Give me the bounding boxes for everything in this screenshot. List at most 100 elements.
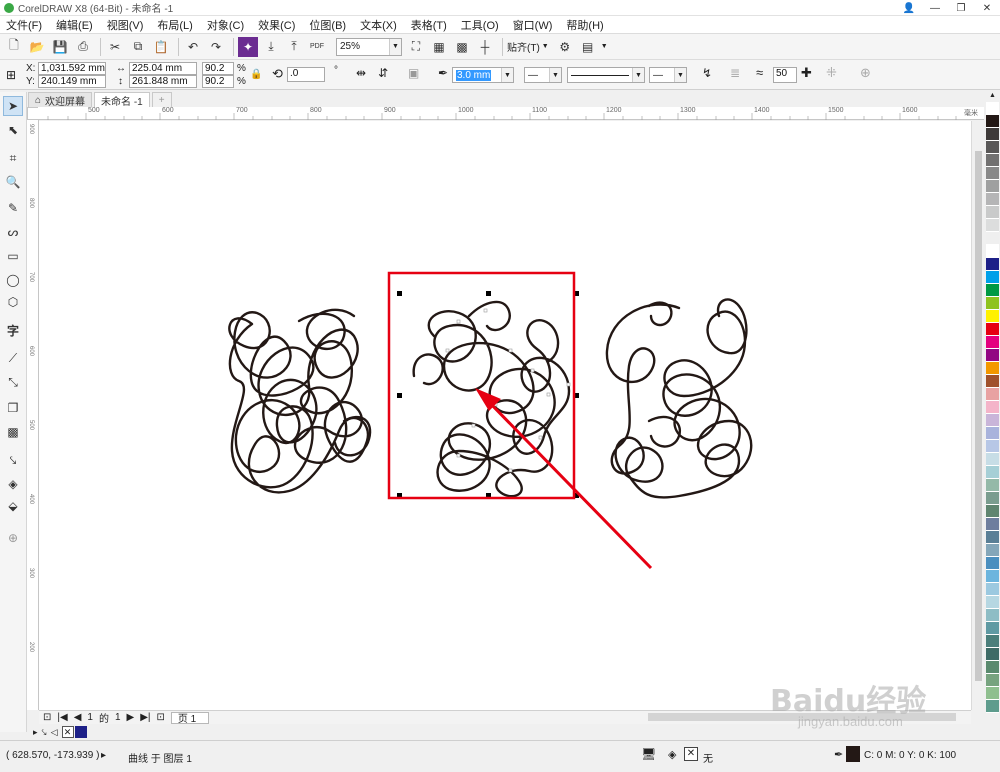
vertical-ruler[interactable]: 900 800 700 600 500 400 300 200 (27, 120, 39, 710)
publish-pdf-icon[interactable]: PDF (307, 37, 327, 57)
eyedropper-tool-icon[interactable]: ⤥ (3, 450, 23, 470)
color-swatch[interactable] (986, 570, 999, 583)
color-swatch[interactable] (986, 674, 999, 687)
color-swatch[interactable] (986, 167, 999, 180)
menu-object[interactable]: 对象(C) (207, 17, 244, 33)
color-swatch[interactable] (986, 115, 999, 128)
cut-icon[interactable]: ✂ (105, 37, 125, 57)
interactive-fill-tool-icon[interactable]: ◈ (3, 474, 23, 494)
application-launcher-icon[interactable]: ▤ (578, 37, 598, 57)
color-swatch[interactable] (986, 518, 999, 531)
copy-icon[interactable]: ⧉ (128, 37, 148, 57)
add-tab-button[interactable]: + (151, 92, 172, 107)
color-swatch[interactable] (986, 622, 999, 635)
export-icon[interactable]: ⤒ (284, 37, 304, 57)
color-swatch[interactable] (986, 427, 999, 440)
no-color-swatch[interactable]: ✕ (61, 726, 74, 738)
paste-icon[interactable]: 📋 (151, 37, 171, 57)
ellipse-tool-icon[interactable]: ◯ (3, 270, 23, 290)
scribble-curve-left[interactable] (228, 308, 372, 494)
drop-shadow-tool-icon[interactable]: ❐ (3, 398, 23, 418)
new-document-icon[interactable]: 🗋 (4, 37, 24, 57)
color-swatch[interactable] (986, 180, 999, 193)
y-position-field[interactable]: 240.149 mm (38, 75, 106, 88)
text-wrap-icon[interactable]: ≣ (730, 66, 740, 80)
color-swatch[interactable] (986, 206, 999, 219)
zoom-level-combo[interactable]: 25% ▼ (336, 37, 402, 56)
add-page-icon[interactable]: ⊡ (157, 712, 165, 723)
menu-effects[interactable]: 效果(C) (258, 17, 295, 33)
color-swatch[interactable] (986, 323, 999, 336)
color-swatch[interactable] (986, 310, 999, 323)
smart-drawing-tool-icon[interactable]: ᔕ (3, 222, 23, 242)
color-swatch[interactable] (986, 349, 999, 362)
menu-bitmaps[interactable]: 位图(B) (309, 17, 346, 33)
color-swatch[interactable] (986, 700, 999, 713)
color-swatch[interactable] (986, 557, 999, 570)
page-options-icon[interactable]: ⊡ (43, 712, 51, 723)
import-icon[interactable]: ⤓ (261, 37, 281, 57)
show-rulers-icon[interactable]: ▦ (429, 37, 449, 57)
menu-text[interactable]: 文本(X) (360, 17, 397, 33)
document-color-swatch[interactable] (74, 726, 87, 738)
color-swatch[interactable] (986, 232, 999, 245)
first-page-icon[interactable]: |◀ (57, 712, 67, 723)
smart-fill-tool-icon[interactable]: ⬙ (3, 496, 23, 516)
full-screen-icon[interactable]: ⛶ (406, 37, 426, 57)
add-tool-icon[interactable]: ⊕ (3, 528, 23, 548)
color-swatch[interactable] (986, 505, 999, 518)
menu-window[interactable]: 窗口(W) (513, 17, 553, 33)
color-swatch[interactable] (986, 219, 999, 232)
color-swatch[interactable] (986, 492, 999, 505)
status-arrow-icon[interactable]: ▸ (101, 750, 106, 761)
menu-edit[interactable]: 编辑(E) (56, 17, 93, 33)
undo-icon[interactable]: ↶ (183, 37, 203, 57)
lock-ratio-icon[interactable]: 🔒 (250, 69, 262, 80)
color-swatch[interactable] (986, 154, 999, 167)
last-page-icon[interactable]: ▶| (140, 712, 150, 723)
show-guidelines-icon[interactable]: ┼ (475, 37, 495, 57)
wrap-text-icon[interactable]: ▣ (408, 66, 419, 80)
previous-page-icon[interactable]: ◀ (74, 712, 82, 723)
tab-document[interactable]: 未命名 -1 (94, 92, 150, 108)
snap-to-menu[interactable]: 贴齐(T) (507, 39, 540, 54)
rectangle-tool-icon[interactable]: ▭ (3, 246, 23, 266)
show-grid-icon[interactable]: ▩ (452, 37, 472, 57)
pick-tool-icon[interactable]: ➤ (3, 96, 23, 116)
color-swatch[interactable] (986, 245, 999, 258)
palette-scroll-icon[interactable]: ◁ (51, 727, 58, 738)
color-swatch[interactable] (986, 531, 999, 544)
color-swatch[interactable] (986, 583, 999, 596)
rotation-field[interactable]: .0 (287, 67, 325, 82)
options-gear-icon[interactable]: ⚙ (555, 37, 575, 57)
next-page-icon[interactable]: ▶ (127, 712, 135, 723)
menu-table[interactable]: 表格(T) (411, 17, 447, 33)
color-swatch[interactable] (986, 635, 999, 648)
print-icon[interactable]: ⎙ (73, 37, 93, 57)
mirror-horizontal-icon[interactable]: ⇹ (356, 66, 366, 80)
text-tool-icon[interactable]: 字 (3, 320, 23, 340)
add-icon[interactable]: ⊕ (860, 65, 871, 81)
parallel-dimension-tool-icon[interactable]: ⟋ (3, 348, 23, 368)
color-swatch[interactable] (986, 401, 999, 414)
mirror-vertical-icon[interactable]: ⇵ (378, 66, 388, 80)
tab-welcome-screen[interactable]: ⌂ 欢迎屏幕 (28, 92, 93, 108)
minimize-button[interactable]: — (922, 0, 948, 16)
color-proofing-icon[interactable]: 🖥 (641, 747, 656, 761)
color-swatch[interactable] (986, 453, 999, 466)
x-position-field[interactable]: 1,031.592 mm (38, 62, 106, 75)
color-swatch[interactable] (986, 414, 999, 427)
crop-tool-icon[interactable]: ⌗ (3, 148, 23, 168)
color-swatch[interactable] (986, 271, 999, 284)
outline-color-swatch[interactable] (846, 746, 860, 762)
search-content-icon[interactable]: ✦ (238, 36, 258, 57)
end-arrowhead-combo[interactable]: — ▼ (649, 67, 687, 83)
color-swatch[interactable] (986, 479, 999, 492)
color-swatch[interactable] (986, 596, 999, 609)
color-swatch[interactable] (986, 284, 999, 297)
color-swatch[interactable] (986, 193, 999, 206)
height-field[interactable]: 261.848 mm (129, 75, 197, 88)
line-style-combo[interactable]: ▼ (567, 67, 645, 83)
color-swatch[interactable] (986, 362, 999, 375)
connector-tool-icon[interactable]: ⤡ (3, 372, 23, 392)
